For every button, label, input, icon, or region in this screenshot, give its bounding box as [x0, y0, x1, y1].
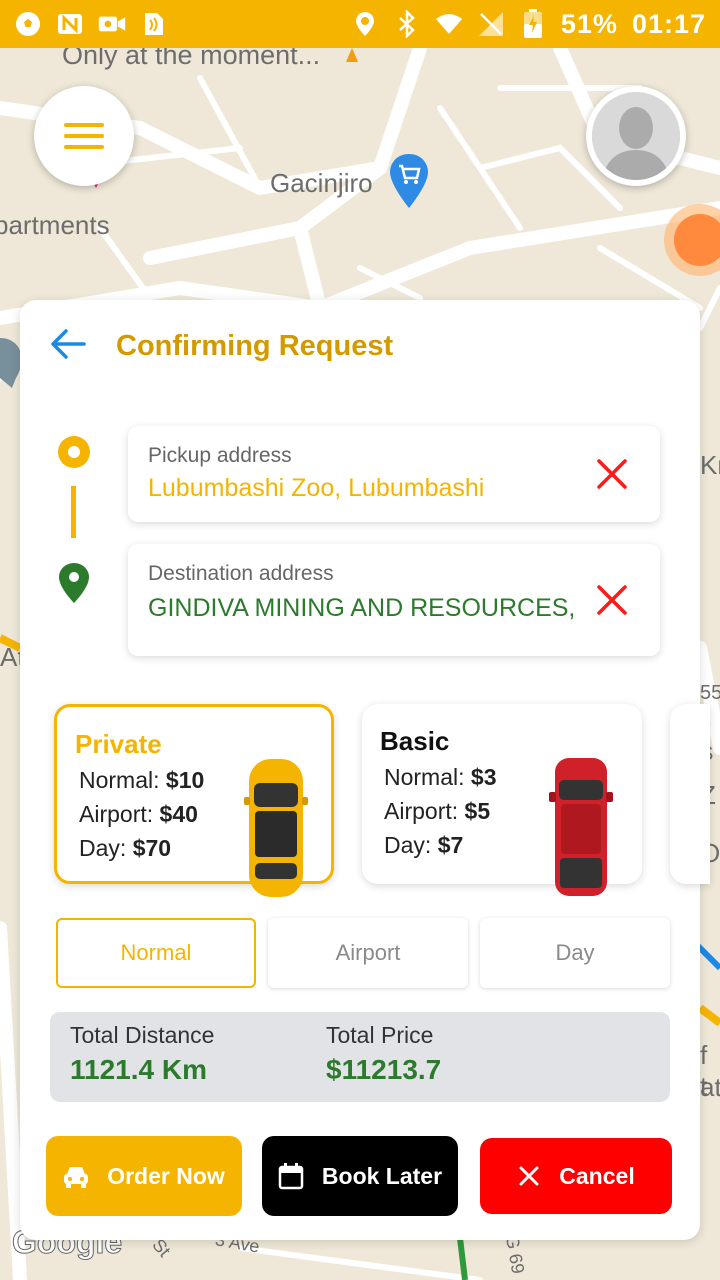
n-logo-icon	[56, 10, 84, 38]
pickup-address-field[interactable]: Pickup address Lubumbashi Zoo, Lubumbash…	[128, 426, 660, 522]
price-label: Airport:	[79, 801, 154, 827]
battery-percent: 51%	[560, 8, 618, 39]
order-now-label: Order Now	[107, 1162, 225, 1189]
distance-label: Total Distance	[70, 1022, 215, 1048]
map-label-gacinjiro: Gacinjiro	[270, 168, 373, 198]
user-silhouette-icon	[592, 92, 680, 180]
price-value: $3	[470, 764, 497, 790]
clear-destination-button[interactable]	[594, 582, 630, 618]
price-label: Day:	[79, 835, 127, 861]
pickup-dot-icon	[58, 436, 90, 468]
price-value: $7	[437, 832, 464, 858]
price-label: Normal:	[384, 764, 465, 790]
hamburger-menu-icon	[64, 123, 104, 149]
map-label-notice: Only at the moment...	[62, 48, 321, 70]
destination-value: GINDIVA MINING AND RESOURCES,	[148, 594, 576, 622]
wifi-icon	[435, 10, 463, 38]
panel-header: Confirming Request	[50, 328, 393, 365]
pickup-value: Lubumbashi Zoo, Lubumbashi	[148, 474, 485, 502]
back-button[interactable]	[50, 328, 86, 365]
yellow-car-icon	[244, 759, 308, 897]
red-car-icon	[549, 758, 613, 896]
price-label: Airport:	[384, 798, 459, 824]
book-later-button[interactable]: Book Later	[262, 1136, 458, 1216]
battery-icon	[519, 9, 547, 38]
price-value: $40	[159, 801, 198, 827]
clear-pickup-button[interactable]	[594, 456, 630, 492]
map-edge-label: at	[700, 1072, 720, 1102]
cancel-label: Cancel	[559, 1162, 635, 1189]
map-edge-label: 55	[700, 682, 720, 704]
pickup-label: Pickup address	[148, 444, 292, 467]
vehicle-prices: Normal: $3 Airport: $5 Day: $7	[384, 760, 497, 862]
vehicle-prices: Normal: $10 Airport: $40 Day: $70	[79, 763, 204, 865]
destination-label: Destination address	[148, 562, 334, 585]
vehicle-name: Basic	[380, 726, 450, 756]
price-value: $5	[464, 798, 491, 824]
profile-avatar[interactable]	[586, 86, 686, 186]
book-later-label: Book Later	[321, 1162, 443, 1189]
ride-type-day[interactable]: Day	[480, 918, 670, 988]
trip-summary: Total Distance 1121.4 Km Total Price $11…	[50, 1012, 670, 1102]
nfc-icon	[140, 10, 168, 38]
vehicle-card-partial[interactable]	[670, 704, 710, 884]
ride-type-airport[interactable]: Airport	[268, 918, 468, 988]
route-connector	[71, 486, 76, 538]
confirm-request-panel: Confirming Request Pickup address Lubumb…	[20, 300, 710, 1240]
close-icon	[597, 459, 627, 489]
video-icon	[98, 10, 126, 38]
clock: 01:17	[631, 8, 706, 39]
order-now-button[interactable]: Order Now	[46, 1136, 242, 1216]
page-title: Confirming Request	[116, 330, 394, 362]
vehicle-card-private[interactable]: Private Normal: $10 Airport: $40 Day: $7…	[54, 704, 334, 897]
cancel-button[interactable]: Cancel	[480, 1138, 672, 1214]
calendar-icon	[278, 1163, 304, 1190]
ride-type-normal[interactable]: Normal	[56, 918, 256, 988]
destination-address-field[interactable]: Destination address GINDIVA MINING AND R…	[128, 544, 660, 656]
soccer-ball-icon	[14, 10, 42, 38]
distance-value: 1121.4 Km	[70, 1054, 207, 1085]
bluetooth-icon	[393, 10, 421, 38]
close-icon	[519, 1166, 539, 1186]
destination-pin-icon	[58, 562, 90, 609]
shopping-cart-pin-icon[interactable]	[388, 152, 430, 217]
status-bar: 51% 01:17	[0, 0, 720, 48]
close-icon	[597, 585, 627, 615]
location-icon	[351, 10, 379, 38]
map-edge-label: Krw	[700, 450, 720, 480]
price-label: Total Price	[326, 1022, 434, 1048]
no-sim-icon	[477, 10, 505, 38]
map-label-apartments: partments	[0, 210, 110, 240]
price-value: $70	[132, 835, 172, 861]
car-icon	[64, 1167, 89, 1188]
price-label: Normal:	[79, 767, 160, 793]
menu-button[interactable]	[34, 86, 134, 186]
price-label: Day:	[384, 832, 432, 858]
vehicle-name: Private	[75, 729, 162, 759]
price-value: $10	[165, 767, 205, 793]
price-value: $11213.7	[326, 1054, 442, 1085]
arrow-left-icon	[51, 329, 86, 359]
vehicle-card-basic[interactable]: Basic Normal: $3 Airport: $5 Day: $7	[362, 704, 642, 896]
